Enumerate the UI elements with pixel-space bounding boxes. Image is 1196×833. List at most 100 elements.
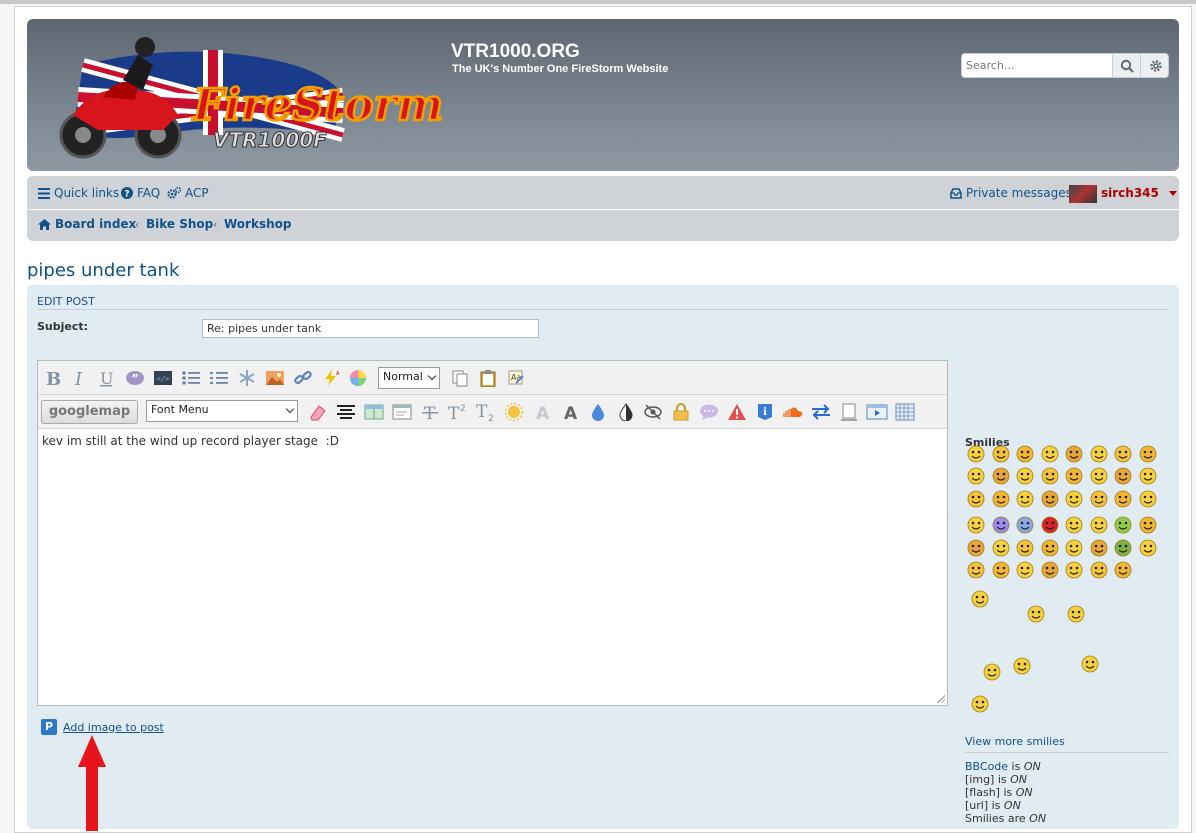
smiley-icon[interactable]: [1114, 516, 1132, 534]
lock-button[interactable]: [670, 401, 692, 423]
soundcloud-button[interactable]: [782, 401, 804, 423]
bold-button[interactable]: B: [41, 367, 63, 389]
smiley-icon[interactable]: [1016, 539, 1034, 557]
smiley-icon[interactable]: [992, 490, 1010, 508]
glow-button[interactable]: [503, 401, 525, 423]
smiley-icon[interactable]: [1041, 445, 1059, 463]
subject-input[interactable]: [202, 319, 539, 338]
align-center-button[interactable]: [335, 401, 357, 423]
smiley-icon[interactable]: [1065, 561, 1083, 579]
smiley-icon[interactable]: [1139, 490, 1157, 508]
site-logo[interactable]: FireStorm VTR1000F: [43, 35, 443, 161]
smiley-icon[interactable]: [1067, 605, 1085, 623]
smiley-icon[interactable]: [992, 516, 1010, 534]
code-button[interactable]: </>: [152, 367, 174, 389]
resize-grip-icon[interactable]: [936, 694, 945, 703]
info-button[interactable]: i: [754, 401, 776, 423]
table-button[interactable]: [363, 401, 385, 423]
video-button[interactable]: [866, 401, 888, 423]
contrast-button[interactable]: [615, 401, 637, 423]
smiley-icon[interactable]: [1041, 539, 1059, 557]
smiley-icon[interactable]: [1090, 539, 1108, 557]
highlight-button[interactable]: [307, 401, 329, 423]
smiley-icon[interactable]: [967, 539, 985, 557]
smiley-icon[interactable]: [1114, 561, 1132, 579]
faq-link[interactable]: ? FAQ: [121, 186, 160, 200]
smiley-icon[interactable]: [1016, 516, 1034, 534]
site-title[interactable]: VTR1000.ORG: [451, 41, 580, 63]
comment-button[interactable]: [698, 401, 720, 423]
smiley-icon[interactable]: [992, 539, 1010, 557]
smiley-icon[interactable]: [1013, 657, 1031, 675]
strikethrough-button[interactable]: T: [419, 401, 441, 423]
breadcrumb-workshop[interactable]: Workshop: [224, 217, 291, 231]
smiley-icon[interactable]: [1090, 490, 1108, 508]
smiley-icon[interactable]: [1065, 516, 1083, 534]
smiley-icon[interactable]: [992, 467, 1010, 485]
hide-button[interactable]: [642, 401, 664, 423]
user-menu-caret-icon[interactable]: [1169, 191, 1177, 196]
smiley-icon[interactable]: [1065, 490, 1083, 508]
marquee-button[interactable]: [810, 401, 832, 423]
smiley-icon[interactable]: [967, 490, 985, 508]
googlemap-button[interactable]: googlemap: [41, 400, 138, 424]
warning-button[interactable]: [726, 401, 748, 423]
bullet-list-button[interactable]: [180, 367, 202, 389]
add-image-link[interactable]: Add image to post: [63, 721, 164, 734]
smiley-icon[interactable]: [1016, 561, 1034, 579]
shadow-button[interactable]: A: [531, 401, 553, 423]
flash-button[interactable]: A: [320, 367, 342, 389]
smiley-icon[interactable]: [1041, 516, 1059, 534]
numbered-list-button[interactable]: [208, 367, 230, 389]
font-menu-select[interactable]: Font Menu: [146, 400, 298, 422]
smiley-icon[interactable]: [1027, 605, 1045, 623]
copy-button[interactable]: [449, 367, 471, 389]
acp-link[interactable]: ACP: [167, 186, 209, 200]
smiley-icon[interactable]: [1114, 490, 1132, 508]
smiley-icon[interactable]: [1016, 445, 1034, 463]
smiley-icon[interactable]: [1041, 561, 1059, 579]
smiley-icon[interactable]: [967, 445, 985, 463]
smiley-icon[interactable]: [1114, 467, 1132, 485]
color-button[interactable]: [347, 367, 369, 389]
smiley-icon[interactable]: [983, 663, 1001, 681]
paste-button[interactable]: [477, 367, 499, 389]
smiley-icon[interactable]: [1016, 490, 1034, 508]
image-button[interactable]: [264, 367, 286, 389]
spellcheck-button[interactable]: Aa: [505, 367, 527, 389]
smiley-icon[interactable]: [1065, 467, 1083, 485]
smiley-icon[interactable]: [967, 516, 985, 534]
font-size-select[interactable]: Normal: [378, 367, 440, 389]
bbcode-help-link[interactable]: BBCode: [965, 760, 1008, 773]
message-textarea[interactable]: kev im still at the wind up record playe…: [38, 430, 947, 705]
breadcrumb-board-index[interactable]: Board index: [38, 217, 136, 231]
smiley-icon[interactable]: [1139, 539, 1157, 557]
smiley-icon[interactable]: [992, 445, 1010, 463]
italic-button[interactable]: I: [68, 367, 90, 389]
smiley-icon[interactable]: [1114, 445, 1132, 463]
list-item-button[interactable]: [236, 367, 258, 389]
search-input[interactable]: [962, 54, 1112, 77]
quick-links-menu[interactable]: Quick links: [38, 186, 119, 200]
smiley-icon[interactable]: [1090, 516, 1108, 534]
page-title[interactable]: pipes under tank: [27, 260, 179, 281]
smiley-icon[interactable]: [1081, 655, 1099, 673]
smiley-icon[interactable]: [1139, 516, 1157, 534]
link-button[interactable]: [292, 367, 314, 389]
private-messages-link[interactable]: Private messages: [950, 186, 1072, 200]
superscript-button[interactable]: T2: [447, 401, 469, 423]
smiley-icon[interactable]: [1041, 467, 1059, 485]
drop-button[interactable]: [587, 401, 609, 423]
smiley-icon[interactable]: [971, 590, 989, 608]
outline-button[interactable]: A: [559, 401, 581, 423]
underline-button[interactable]: U: [95, 367, 117, 389]
smiley-icon[interactable]: [1041, 490, 1059, 508]
avatar[interactable]: [1069, 185, 1097, 203]
page-button[interactable]: [838, 401, 860, 423]
smiley-icon[interactable]: [1090, 467, 1108, 485]
smiley-icon[interactable]: [1090, 445, 1108, 463]
smiley-icon[interactable]: [967, 561, 985, 579]
smiley-icon[interactable]: [1090, 561, 1108, 579]
smiley-icon[interactable]: [967, 467, 985, 485]
smiley-icon[interactable]: [1016, 467, 1034, 485]
